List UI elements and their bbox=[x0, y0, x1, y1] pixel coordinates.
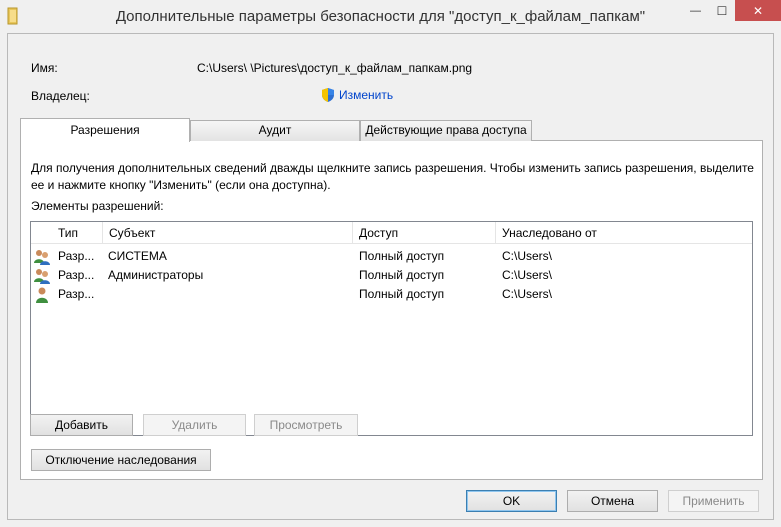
row-subject: СИСТЕМА bbox=[108, 249, 167, 263]
group-users-icon bbox=[34, 250, 50, 265]
column-header-subject[interactable]: Субъект bbox=[103, 222, 353, 244]
table-row[interactable]: Разр... Администраторы Полный доступ C:\… bbox=[31, 266, 752, 285]
title-bar: Дополнительные параметры безопасности дл… bbox=[0, 0, 781, 33]
tab-audit[interactable]: Аудит bbox=[190, 120, 360, 141]
remove-button[interactable]: Удалить bbox=[143, 414, 246, 436]
permissions-description: Для получения дополнительных сведений дв… bbox=[31, 161, 754, 192]
dialog-client-area: Имя: C:\Users\ \Pictures\доступ_к_файлам… bbox=[7, 33, 774, 520]
row-access: Полный доступ bbox=[359, 268, 445, 282]
column-header-access[interactable]: Доступ bbox=[353, 222, 496, 244]
tab-effective-access[interactable]: Действующие права доступа bbox=[360, 120, 532, 141]
owner-label: Владелец: bbox=[31, 89, 90, 103]
row-inherited: C:\Users\ bbox=[502, 249, 553, 263]
column-header-inherited[interactable]: Унаследовано от bbox=[496, 222, 752, 244]
tab-permissions[interactable]: Разрешения bbox=[20, 118, 190, 142]
disable-inheritance-button[interactable]: Отключение наследования bbox=[31, 449, 211, 471]
change-owner-link[interactable]: Изменить bbox=[320, 87, 393, 103]
permission-entries-list[interactable]: Тип Субъект Доступ Унаследовано от Разр.… bbox=[30, 221, 753, 436]
minimize-icon: — bbox=[690, 4, 701, 17]
view-button[interactable]: Просмотреть bbox=[254, 414, 358, 436]
table-row[interactable]: Разр... СИСТЕМА Полный доступ C:\Users\ bbox=[31, 247, 752, 266]
row-subject bbox=[108, 285, 353, 304]
single-user-icon bbox=[36, 287, 48, 303]
maximize-icon: ☐ bbox=[716, 3, 728, 18]
row-type: Разр... bbox=[58, 249, 95, 263]
row-inherited: C:\Users\ bbox=[502, 287, 553, 301]
row-access: Полный доступ bbox=[359, 287, 445, 301]
uac-shield-icon bbox=[322, 88, 334, 102]
group-users-icon bbox=[34, 269, 50, 284]
row-inherited: C:\Users\ bbox=[502, 268, 553, 282]
change-owner-link-label: Изменить bbox=[339, 88, 394, 102]
cancel-button[interactable]: Отмена bbox=[567, 490, 658, 512]
name-value: C:\Users\ \Pictures\доступ_к_файлам_папк… bbox=[197, 61, 473, 75]
list-header: Тип Субъект Доступ Унаследовано от bbox=[31, 222, 752, 244]
window-title: Дополнительные параметры безопасности дл… bbox=[115, 8, 646, 25]
row-type: Разр... bbox=[58, 268, 95, 282]
maximize-button[interactable]: ☐ bbox=[709, 0, 735, 21]
apply-button[interactable]: Применить bbox=[668, 490, 759, 512]
column-header-type[interactable]: Тип bbox=[52, 222, 103, 244]
minimize-button[interactable]: — bbox=[682, 0, 709, 21]
row-access: Полный доступ bbox=[359, 249, 445, 263]
close-icon: ✕ bbox=[752, 3, 764, 18]
name-label: Имя: bbox=[31, 61, 58, 75]
close-button[interactable]: ✕ bbox=[735, 0, 781, 21]
permission-entries-label: Элементы разрешений: bbox=[31, 199, 164, 213]
add-button[interactable]: Добавить bbox=[30, 414, 133, 436]
row-type: Разр... bbox=[58, 287, 95, 301]
ok-button[interactable]: OK bbox=[466, 490, 557, 512]
row-subject: Администраторы bbox=[108, 268, 204, 282]
table-row[interactable]: Разр... Полный доступ C:\Users\ bbox=[31, 285, 752, 304]
